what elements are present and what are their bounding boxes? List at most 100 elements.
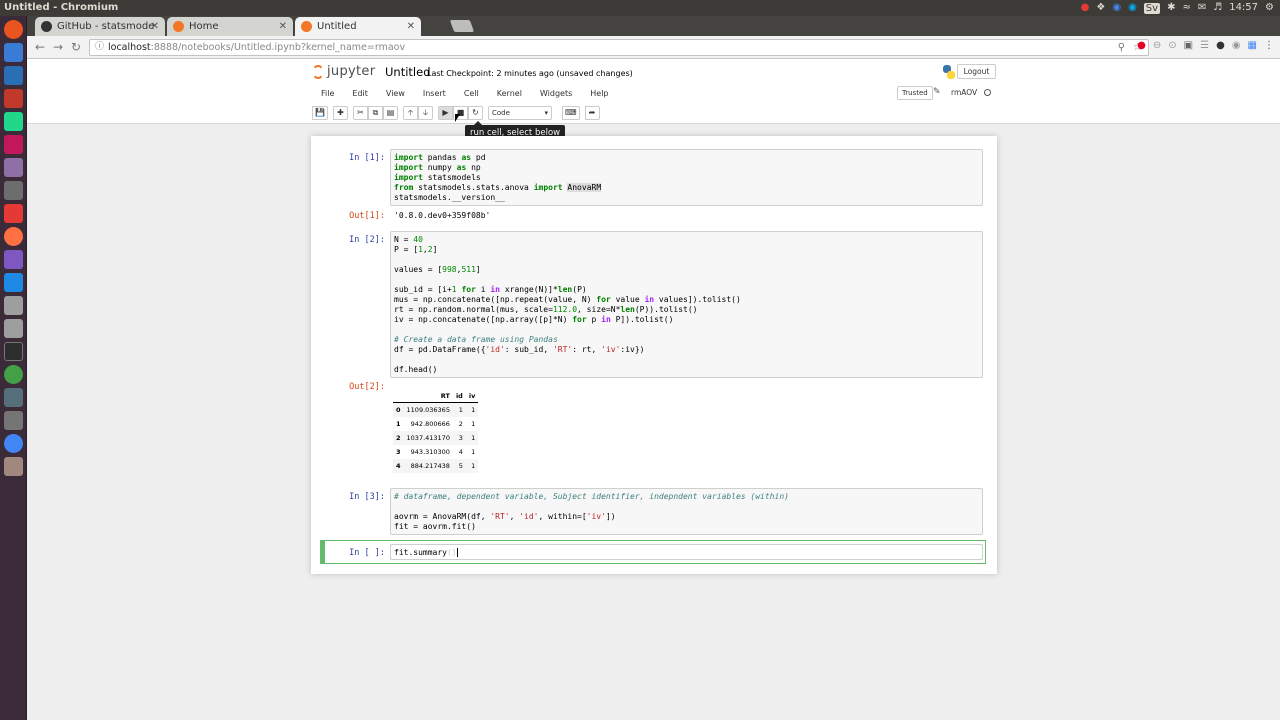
app-icon[interactable] xyxy=(4,273,23,292)
url-input[interactable]: ⓘ localhost:8888/notebooks/Untitled.ipyn… xyxy=(89,39,1149,56)
app-icon[interactable] xyxy=(4,204,23,223)
browser-tab-active[interactable]: Untitled ✕ xyxy=(295,17,421,36)
notebook-name[interactable]: Untitled xyxy=(385,65,431,79)
tab-label: GitHub - statsmode xyxy=(57,21,155,32)
logout-button[interactable]: Logout xyxy=(957,64,996,79)
input-prompt: In [3]: xyxy=(349,492,385,502)
extension-icon[interactable]: ◉ xyxy=(1232,40,1241,51)
cell-type-select[interactable]: Code xyxy=(487,106,552,120)
app-icon[interactable] xyxy=(4,250,23,269)
pinterest-icon[interactable]: ● xyxy=(1137,40,1146,51)
app-icon[interactable] xyxy=(4,365,23,384)
github-icon[interactable]: ● xyxy=(1216,40,1225,51)
dropbox-icon[interactable]: ❖ xyxy=(1096,0,1105,16)
menu-cell[interactable]: Cell xyxy=(455,86,488,102)
command-palette-button[interactable]: ⌨ xyxy=(561,106,580,120)
copy-button[interactable]: ⧉ xyxy=(367,106,383,120)
extension-icons: ● ⊖ ⊙ ▣ ☰ ● ◉ ▦ ⋮ xyxy=(1137,40,1274,51)
reload-icon[interactable]: ↻ xyxy=(71,40,81,54)
code-cell-input-active[interactable]: fit.summary() xyxy=(390,544,983,560)
app-icon[interactable] xyxy=(4,388,23,407)
terminal-icon[interactable] xyxy=(4,342,23,361)
new-tab-button[interactable] xyxy=(449,20,475,32)
insert-cell-button[interactable]: ✚ xyxy=(332,106,348,120)
browser-tab[interactable]: Home ✕ xyxy=(167,17,293,36)
table-header: RT xyxy=(403,390,453,403)
cut-button[interactable]: ✂ xyxy=(352,106,368,120)
cell-rt: 942.800666 xyxy=(410,420,450,428)
firefox-icon[interactable] xyxy=(4,227,23,246)
extension-icon[interactable]: ⊙ xyxy=(1168,40,1176,51)
menu-icon[interactable]: ⋮ xyxy=(1264,40,1274,51)
settings-app-icon[interactable] xyxy=(4,89,23,108)
skype-icon[interactable]: ◉ xyxy=(1128,0,1137,16)
page-info-icon[interactable]: ⓘ xyxy=(95,40,104,55)
share-button[interactable]: ➦ xyxy=(584,106,600,120)
close-icon[interactable]: ✕ xyxy=(279,17,287,36)
launcher xyxy=(0,16,27,720)
keyboard-lang[interactable]: Sv xyxy=(1143,2,1161,14)
address-bar-row: ← → ↻ ⓘ localhost:8888/notebooks/Untitle… xyxy=(27,36,1280,59)
restart-button[interactable]: ↻ xyxy=(467,106,483,120)
table-row: 3 943.310300 4 1 xyxy=(393,445,478,459)
chromium-icon[interactable] xyxy=(4,434,23,453)
cell-output-text: '0.8.0.dev0+359f08b' xyxy=(394,211,491,220)
kernel-status-icon xyxy=(984,89,991,96)
menu-view[interactable]: View xyxy=(377,86,414,102)
trusted-badge[interactable]: Trusted xyxy=(897,86,933,100)
code-cell-input[interactable]: import pandas as pd import numpy as np i… xyxy=(390,149,983,206)
close-icon[interactable]: ✕ xyxy=(407,17,415,36)
ubuntu-icon[interactable] xyxy=(4,20,23,39)
mail-icon[interactable]: ✉ xyxy=(1198,0,1206,16)
app-icon[interactable] xyxy=(4,411,23,430)
extension-icon[interactable]: ☰ xyxy=(1200,40,1209,51)
jupyter-logo[interactable]: jupyter xyxy=(312,64,375,79)
paste-button[interactable]: ▤ xyxy=(382,106,398,120)
pycharm-icon[interactable] xyxy=(4,112,23,131)
forward-icon[interactable]: → xyxy=(53,40,63,54)
output-prompt: Out[2]: xyxy=(349,382,385,392)
url-host: localhost xyxy=(108,42,151,53)
extension-icon[interactable]: ⊖ xyxy=(1153,40,1161,51)
app-icon[interactable] xyxy=(4,181,23,200)
clock[interactable]: 14:57 xyxy=(1229,0,1258,16)
browser-tab[interactable]: GitHub - statsmode ✕ xyxy=(35,17,165,36)
files-icon[interactable] xyxy=(4,43,23,62)
run-cell-button[interactable]: ▶ xyxy=(437,106,453,120)
row-index: 4 xyxy=(396,462,401,470)
volume-icon[interactable]: ♬ xyxy=(1213,0,1222,16)
menu-edit[interactable]: Edit xyxy=(343,86,377,102)
move-up-button[interactable]: 🡡 xyxy=(402,106,418,120)
app-icon[interactable] xyxy=(4,158,23,177)
table-row: 4 884.217438 5 1 xyxy=(393,459,479,473)
extension-icon[interactable]: ▣ xyxy=(1184,40,1193,51)
checkpoint-status: Last Checkpoint: 2 minutes ago (unsaved … xyxy=(427,69,633,78)
wifi-icon[interactable]: ≈ xyxy=(1182,0,1190,16)
menu-kernel[interactable]: Kernel xyxy=(488,86,531,102)
writer-icon[interactable] xyxy=(4,66,23,85)
app-icon[interactable] xyxy=(4,319,23,338)
menu-widgets[interactable]: Widgets xyxy=(531,86,581,102)
move-down-button[interactable]: 🡣 xyxy=(417,106,433,120)
code-cell-input[interactable]: N = 40 P = [1,2] values = [998,511] sub_… xyxy=(390,231,983,378)
menu-insert[interactable]: Insert xyxy=(414,86,455,102)
window-title: Untitled - Chromium xyxy=(4,2,119,13)
save-button[interactable]: 💾 xyxy=(312,106,328,120)
trash-icon[interactable] xyxy=(4,457,23,476)
app-icon[interactable] xyxy=(4,296,23,315)
menu-file[interactable]: File xyxy=(312,86,343,102)
pencil-icon[interactable]: ✎ xyxy=(933,87,941,97)
chrome-icon[interactable]: ◉ xyxy=(1112,0,1121,16)
bluetooth-icon[interactable]: ✱ xyxy=(1167,0,1175,16)
record-icon[interactable]: ● xyxy=(1081,0,1090,16)
menu-help[interactable]: Help xyxy=(581,86,617,102)
search-icon[interactable]: ⚲ xyxy=(1118,40,1125,55)
close-icon[interactable]: ✕ xyxy=(151,17,159,36)
code-cell-input[interactable]: # dataframe, dependent variable, Subject… xyxy=(390,488,983,535)
app-m-icon[interactable] xyxy=(4,135,23,154)
translate-icon[interactable]: ▦ xyxy=(1248,40,1257,51)
gear-icon[interactable]: ⚙ xyxy=(1265,0,1274,16)
tab-label: Home xyxy=(189,21,219,32)
back-icon[interactable]: ← xyxy=(35,40,45,54)
row-index: 1 xyxy=(396,420,401,428)
